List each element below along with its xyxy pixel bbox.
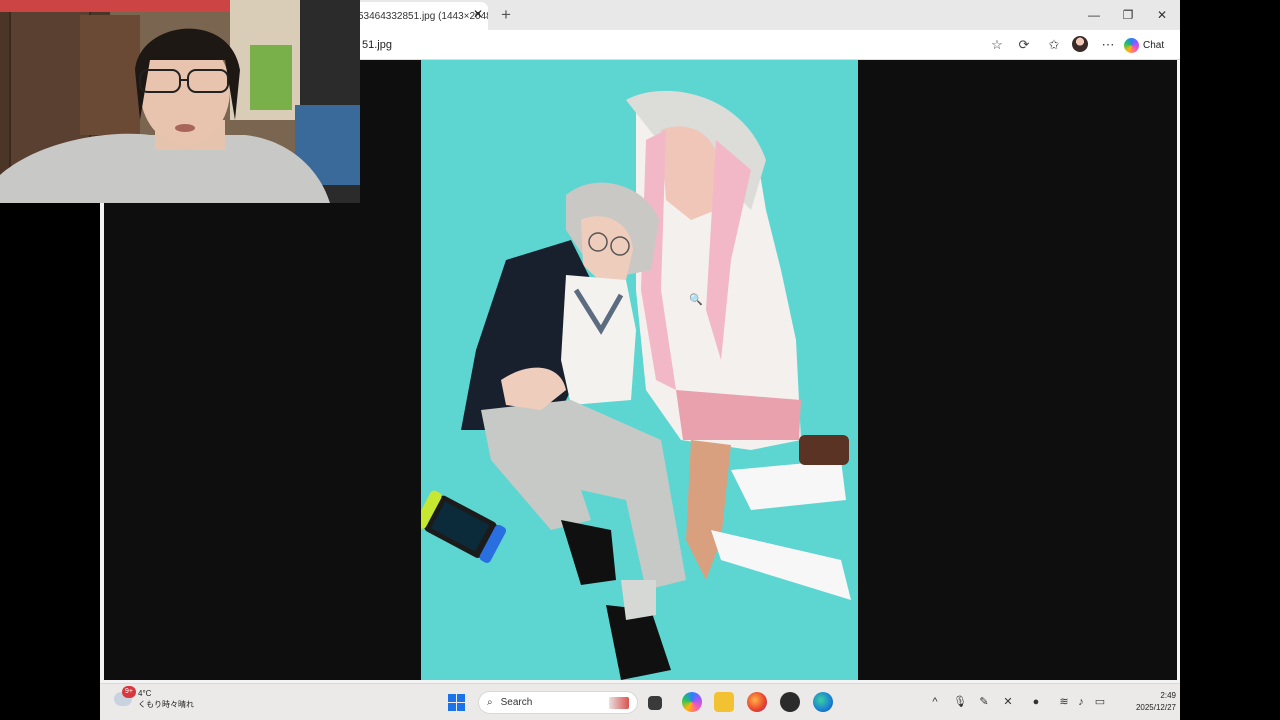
clock-date: 2025/12/27 — [1135, 703, 1176, 712]
photo[interactable] — [421, 60, 858, 680]
search-highlight-icon — [609, 697, 629, 709]
chat-label: Chat — [1143, 39, 1165, 51]
start-button[interactable] — [448, 694, 465, 711]
copilot-app-icon[interactable] — [682, 692, 702, 712]
taskbar-search[interactable]: ⌕ Search — [478, 691, 638, 714]
microphone-icon[interactable]: 🎙 — [952, 694, 968, 710]
profile-icon[interactable] — [1072, 36, 1090, 54]
battery-icon[interactable]: ▭ — [1092, 694, 1108, 710]
more-icon[interactable]: ⋯ — [1099, 36, 1117, 54]
clock[interactable]: 2:49 2025/12/27 — [1116, 690, 1176, 714]
webcam-illustration — [0, 0, 360, 203]
tab-title: 53464332851.jpg (1443×2048) — [358, 10, 488, 22]
address-bar[interactable]: 51.jpg — [362, 35, 392, 55]
weather-widget[interactable]: 9+ 4°C くもり時々晴れ — [114, 686, 194, 710]
file-explorer-icon[interactable] — [714, 692, 734, 712]
copilot-icon — [1124, 37, 1139, 53]
magnifier-cursor-icon: 🔍 — [689, 294, 703, 306]
webcam-overlay — [0, 0, 360, 203]
new-tab-button[interactable]: + — [496, 5, 516, 25]
firefox-icon[interactable] — [747, 692, 767, 712]
weather-desc: くもり時々晴れ — [138, 700, 194, 709]
chevron-up-icon[interactable]: ^ — [927, 694, 943, 710]
search-placeholder: Search — [500, 697, 533, 708]
restore-button[interactable]: ❐ — [1114, 4, 1142, 26]
search-icon: ⌕ — [487, 697, 493, 708]
tab-image[interactable]: 53464332851.jpg (1443×2048) — [350, 2, 488, 30]
taskbar: 9+ 4°C くもり時々晴れ ⌕ Search ^ 🎙 ✎ ✕ ● ≋ ♪ ▭ — [100, 683, 1180, 720]
task-view-icon[interactable] — [648, 696, 662, 710]
close-button[interactable]: ✕ — [1148, 4, 1176, 26]
photo-illustration — [421, 60, 858, 680]
minimize-button[interactable]: — — [1080, 4, 1108, 26]
weather-icon: 9+ — [114, 686, 136, 706]
volume-icon[interactable]: ♪ — [1073, 694, 1089, 710]
shield-icon[interactable]: ● — [1028, 694, 1044, 710]
favorites-icon[interactable]: ✩ — [1045, 36, 1063, 54]
clock-time: 2:49 — [1160, 691, 1176, 700]
app-icon[interactable] — [780, 692, 800, 712]
chat-button[interactable]: Chat — [1124, 35, 1174, 55]
star-icon[interactable]: ☆ — [988, 36, 1006, 54]
extensions-icon[interactable]: ⟳ — [1015, 36, 1033, 54]
close-tray-icon[interactable]: ✕ — [1000, 694, 1016, 710]
wifi-icon[interactable]: ≋ — [1056, 694, 1072, 710]
edge-icon[interactable] — [813, 692, 833, 712]
pen-icon[interactable]: ✎ — [976, 694, 992, 710]
tab-close-icon[interactable]: ✕ — [471, 7, 485, 21]
weather-badge: 9+ — [122, 686, 136, 698]
weather-temp: 4°C — [138, 689, 152, 698]
